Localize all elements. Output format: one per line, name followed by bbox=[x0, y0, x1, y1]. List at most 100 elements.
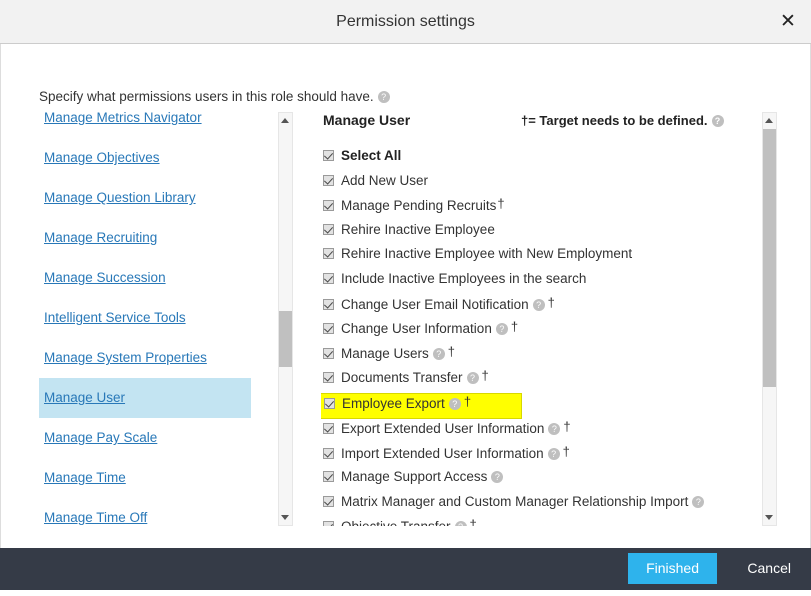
permission-row[interactable]: Change User Information? † bbox=[321, 319, 761, 344]
permission-checkbox[interactable] bbox=[323, 223, 334, 235]
target-required-marker: † bbox=[562, 443, 570, 459]
help-icon[interactable]: ? bbox=[491, 471, 504, 484]
sidebar-item-label[interactable]: Manage Question Library bbox=[44, 190, 196, 205]
finished-button[interactable]: Finished bbox=[628, 553, 717, 584]
sidebar-item-manage-recruiting[interactable]: Manage Recruiting bbox=[39, 218, 294, 258]
permission-checkbox[interactable] bbox=[324, 397, 335, 409]
scrollbar-thumb[interactable] bbox=[279, 311, 292, 367]
permission-row[interactable]: Manage Pending Recruits† bbox=[321, 196, 761, 221]
permission-category-list[interactable]: Manage Metrics Navigator Manage Objective… bbox=[39, 112, 294, 526]
help-icon[interactable]: ? bbox=[692, 495, 705, 508]
permission-row[interactable]: Export Extended User Information? † bbox=[321, 419, 761, 444]
sidebar-item-label[interactable]: Manage System Properties bbox=[44, 350, 207, 365]
permission-checkbox[interactable] bbox=[323, 298, 334, 310]
sidebar-item-manage-metrics-navigator[interactable]: Manage Metrics Navigator bbox=[39, 112, 294, 138]
permission-row[interactable]: Documents Transfer? † bbox=[321, 368, 761, 393]
dialog-body: Specify what permissions users in this r… bbox=[0, 44, 811, 548]
permission-label: Employee Export bbox=[342, 395, 445, 411]
permission-row[interactable]: Rehire Inactive Employee bbox=[321, 221, 761, 246]
close-icon[interactable]: ✕ bbox=[775, 9, 801, 35]
permission-row[interactable]: Change User Email Notification? † bbox=[321, 295, 761, 320]
permission-row[interactable]: Add New User bbox=[321, 172, 761, 197]
permission-label: Import Extended User Information bbox=[341, 445, 544, 461]
permission-row[interactable]: Manage Users? † bbox=[321, 344, 761, 369]
sidebar-item-manage-time-off[interactable]: Manage Time Off bbox=[39, 498, 294, 526]
permission-settings-dialog: Permission settings ✕ Specify what permi… bbox=[0, 0, 811, 596]
permission-checkbox[interactable] bbox=[323, 200, 334, 212]
dialog-footer: Finished Cancel bbox=[0, 548, 811, 590]
permission-label: Matrix Manager and Custom Manager Relati… bbox=[341, 493, 689, 509]
scrollbar-thumb[interactable] bbox=[763, 129, 776, 387]
help-icon[interactable]: ? bbox=[495, 323, 508, 336]
sidebar-item-label[interactable]: Manage Pay Scale bbox=[44, 430, 157, 445]
target-required-marker: † bbox=[563, 418, 571, 434]
permission-label: Objective Transfer bbox=[341, 519, 451, 526]
help-icon[interactable]: ? bbox=[377, 91, 390, 103]
cancel-button[interactable]: Cancel bbox=[747, 553, 791, 584]
help-icon[interactable]: ? bbox=[466, 372, 479, 385]
help-icon[interactable]: ? bbox=[432, 347, 445, 360]
scroll-down-arrow-icon[interactable] bbox=[279, 510, 292, 525]
sidebar-item-label[interactable]: Manage Time Off bbox=[44, 510, 147, 525]
sidebar-item-manage-objectives[interactable]: Manage Objectives bbox=[39, 138, 294, 178]
permission-row[interactable]: Rehire Inactive Employee with New Employ… bbox=[321, 245, 761, 270]
help-icon[interactable]: ? bbox=[532, 298, 545, 311]
permission-row[interactable]: Objective Transfer?† bbox=[321, 517, 761, 526]
target-required-marker: † bbox=[547, 294, 555, 310]
permission-row[interactable]: Import Extended User Information? † bbox=[321, 444, 761, 469]
permission-label: Add New User bbox=[341, 172, 429, 188]
scroll-up-arrow-icon[interactable] bbox=[279, 113, 292, 128]
sidebar-item-manage-system-properties[interactable]: Manage System Properties bbox=[39, 338, 294, 378]
permission-checkbox[interactable] bbox=[323, 471, 334, 483]
permission-row[interactable]: Matrix Manager and Custom Manager Relati… bbox=[321, 493, 761, 518]
legend-help-icon[interactable]: ? bbox=[711, 115, 724, 127]
sidebar-item-label[interactable]: Manage User bbox=[44, 390, 125, 405]
help-icon[interactable]: ? bbox=[547, 447, 560, 460]
sidebar-item-manage-pay-scale[interactable]: Manage Pay Scale bbox=[39, 418, 294, 458]
target-required-marker: † bbox=[469, 517, 477, 526]
sidebar-item-label[interactable]: Manage Time bbox=[44, 470, 126, 485]
help-icon[interactable]: ? bbox=[448, 397, 461, 410]
sidebar-item-label[interactable]: Intelligent Service Tools bbox=[44, 310, 186, 325]
dialog-titlebar: Permission settings ✕ bbox=[0, 0, 811, 44]
sidebar-item-label[interactable]: Manage Recruiting bbox=[44, 230, 157, 245]
sidebar-item-manage-user[interactable]: Manage User bbox=[39, 378, 251, 418]
help-icon[interactable]: ? bbox=[548, 422, 561, 435]
right-panel-scrollbar[interactable] bbox=[762, 112, 777, 526]
permission-checkbox[interactable] bbox=[323, 521, 334, 526]
permission-label: Manage Support Access bbox=[341, 469, 488, 485]
permission-row[interactable]: Manage Support Access? bbox=[321, 468, 761, 493]
permission-checkbox[interactable] bbox=[323, 422, 334, 434]
permission-checkbox[interactable] bbox=[323, 447, 334, 459]
permission-checkbox[interactable] bbox=[323, 174, 334, 186]
permission-label: Export Extended User Information bbox=[341, 420, 545, 436]
target-required-marker: † bbox=[510, 319, 519, 335]
sidebar-item-manage-succession[interactable]: Manage Succession bbox=[39, 258, 294, 298]
sidebar-item-label[interactable]: Manage Objectives bbox=[44, 150, 160, 165]
sidebar-item-label[interactable]: Manage Metrics Navigator bbox=[44, 112, 202, 125]
sidebar-item-manage-question-library[interactable]: Manage Question Library bbox=[39, 178, 294, 218]
permission-row[interactable]: Select All bbox=[321, 147, 761, 172]
help-icon[interactable]: ? bbox=[454, 521, 467, 526]
permission-checkbox[interactable] bbox=[323, 347, 334, 359]
sidebar-item-manage-time[interactable]: Manage Time bbox=[39, 458, 294, 498]
permission-checkbox[interactable] bbox=[323, 150, 334, 161]
permission-category-items: Manage Metrics Navigator Manage Objective… bbox=[39, 112, 294, 526]
permission-checkbox[interactable] bbox=[323, 323, 334, 335]
scroll-down-arrow-icon[interactable] bbox=[763, 510, 776, 525]
target-required-marker: † bbox=[447, 343, 456, 359]
permission-row[interactable]: Include Inactive Employees in the search bbox=[321, 270, 761, 295]
permission-row[interactable]: Employee Export? † bbox=[321, 392, 522, 419]
scroll-up-arrow-icon[interactable] bbox=[763, 113, 776, 128]
left-panel-scrollbar[interactable] bbox=[278, 112, 293, 526]
sidebar-item-intelligent-service-tools[interactable]: Intelligent Service Tools bbox=[39, 298, 294, 338]
permission-checkbox[interactable] bbox=[323, 372, 334, 384]
permission-label: Manage Pending Recruits bbox=[341, 198, 497, 214]
permission-checkbox[interactable] bbox=[323, 248, 334, 260]
permission-checkbox[interactable] bbox=[323, 495, 334, 507]
target-required-marker: † bbox=[463, 393, 472, 409]
permission-label: Rehire Inactive Employee with New Employ… bbox=[341, 246, 633, 262]
permission-checkbox[interactable] bbox=[323, 272, 334, 284]
permission-label: Manage Users bbox=[341, 345, 429, 361]
sidebar-item-label[interactable]: Manage Succession bbox=[44, 270, 166, 285]
